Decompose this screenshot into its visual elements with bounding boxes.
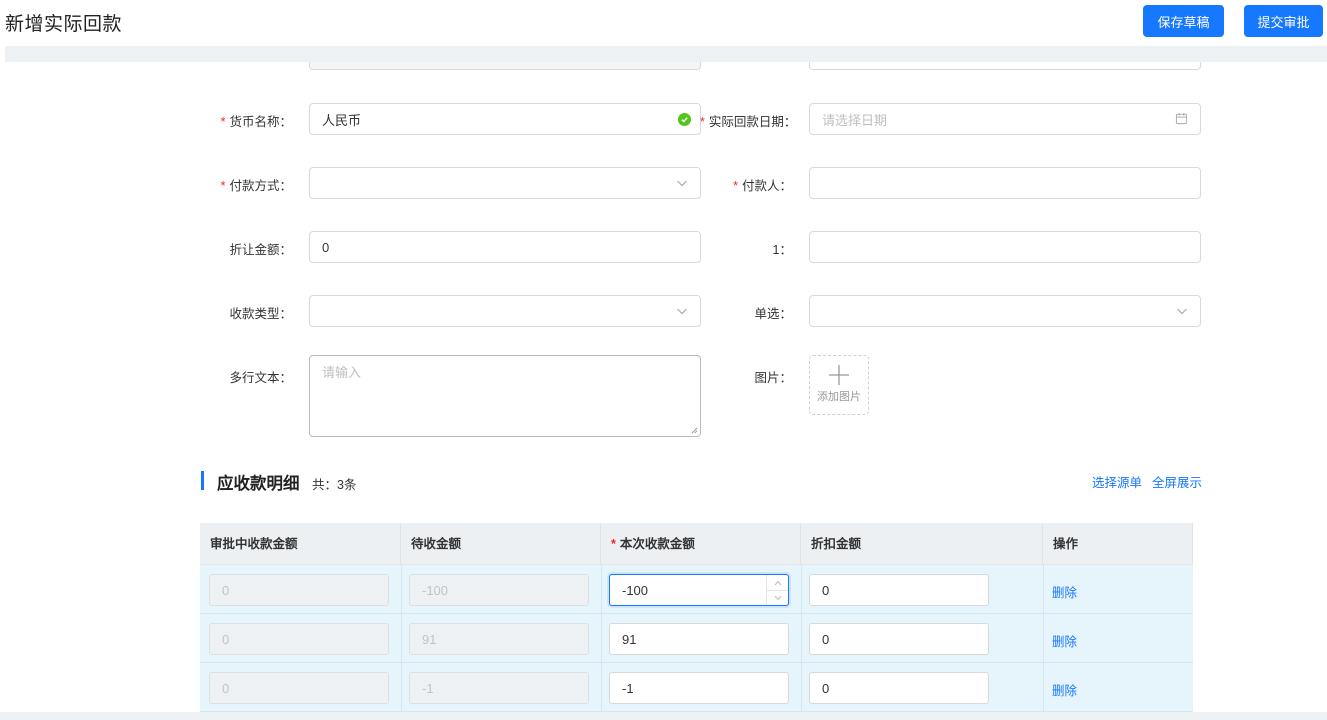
delete-row-link[interactable]: 删除 — [1052, 582, 1077, 601]
calendar-icon — [1175, 112, 1188, 125]
date-placeholder: 请选择日期 — [822, 112, 888, 128]
section-title: 应收款明细 — [217, 475, 300, 493]
payment-method-select[interactable] — [309, 167, 701, 199]
receipt-type-select[interactable] — [309, 295, 701, 327]
delete-row-link[interactable]: 删除 — [1052, 680, 1077, 699]
multiline-text-label: 多行文本： — [229, 371, 292, 385]
pending-amount-input: -1 — [409, 672, 589, 704]
single-select-label: 单选： — [754, 307, 792, 321]
select-source-link[interactable]: 选择源单 — [1092, 472, 1142, 491]
table-row: 0 91 91 0 删除 — [200, 614, 1193, 663]
pending-amount-input: 91 — [409, 623, 589, 655]
payment-method-label: * 付款方式： — [220, 179, 292, 193]
actual-date-picker[interactable]: 请选择日期 — [809, 103, 1201, 135]
field-1-label: 1： — [772, 243, 792, 257]
currency-value: 人民币 — [322, 112, 362, 128]
actual-date-label: * 实际回款日期： — [700, 115, 797, 129]
approving-amount-input: 0 — [209, 672, 389, 704]
section-accent-bar — [201, 471, 204, 490]
clipped-field-left[interactable] — [309, 62, 701, 70]
top-bar: 新增实际回款 保存草稿 提交审批 — [0, 0, 1327, 46]
multiline-text-area[interactable]: 请输入 — [309, 355, 701, 437]
clipped-field-right[interactable] — [809, 62, 1201, 70]
currency-select[interactable]: 人民币 — [309, 103, 701, 135]
delete-row-link[interactable]: 删除 — [1052, 631, 1077, 650]
current-amount-input[interactable]: -100 — [609, 574, 789, 606]
table-row: 0 -1 -1 0 删除 — [200, 663, 1193, 712]
chevron-down-icon — [676, 177, 688, 189]
discount-amount-value: 0 — [322, 239, 330, 255]
image-upload-button[interactable]: 添加图片 — [809, 355, 869, 415]
discount-amount-input[interactable]: 0 — [309, 231, 701, 263]
current-amount-input[interactable]: 91 — [609, 623, 789, 655]
discount-input[interactable]: 0 — [809, 672, 989, 704]
image-label: 图片： — [754, 371, 792, 385]
payer-input[interactable] — [809, 167, 1201, 199]
field-1-input[interactable] — [809, 231, 1201, 263]
single-select[interactable] — [809, 295, 1201, 327]
chevron-down-icon — [1176, 305, 1188, 317]
column-header: 审批中收款金额 — [200, 523, 401, 565]
column-header: 折扣金额 — [801, 523, 1043, 565]
plus-icon — [810, 356, 868, 388]
bottom-bar — [0, 712, 1327, 720]
textarea-placeholder: 请输入 — [322, 365, 362, 380]
approving-amount-input: 0 — [209, 623, 389, 655]
approving-amount-input: 0 — [209, 574, 389, 606]
submit-approval-button[interactable]: 提交审批 — [1244, 5, 1323, 37]
page-title: 新增实际回款 — [5, 14, 123, 35]
save-draft-button[interactable]: 保存草稿 — [1143, 5, 1224, 37]
table-header: 审批中收款金额 待收金额 * 本次收款金额 折扣金额 操作 — [200, 523, 1193, 565]
column-header: 待收金额 — [401, 523, 601, 565]
header-divider — [5, 46, 1327, 62]
check-circle-icon — [678, 113, 691, 126]
column-header-required: * 本次收款金额 — [601, 523, 801, 565]
current-amount-input[interactable]: -1 — [609, 672, 789, 704]
currency-label: * 货币名称： — [220, 115, 292, 129]
column-header: 操作 — [1043, 523, 1193, 565]
record-count: 共：3条 — [312, 478, 357, 492]
chevron-down-icon — [676, 305, 688, 317]
pending-amount-input: -100 — [409, 574, 589, 606]
stepper-down-icon[interactable] — [767, 590, 788, 605]
discount-amount-label: 折让金额： — [229, 243, 292, 257]
table-row: 0 -100 -100 0 删除 — [200, 565, 1193, 614]
upload-label: 添加图片 — [817, 391, 861, 403]
discount-input[interactable]: 0 — [809, 623, 989, 655]
receipt-type-label: 收款类型： — [229, 307, 292, 321]
resize-handle-icon[interactable] — [691, 427, 698, 434]
fullscreen-link[interactable]: 全屏展示 — [1152, 472, 1202, 491]
payer-label: * 付款人： — [733, 179, 792, 193]
discount-input[interactable]: 0 — [809, 574, 989, 606]
stepper-up-icon[interactable] — [767, 575, 788, 590]
number-stepper[interactable] — [766, 575, 788, 605]
